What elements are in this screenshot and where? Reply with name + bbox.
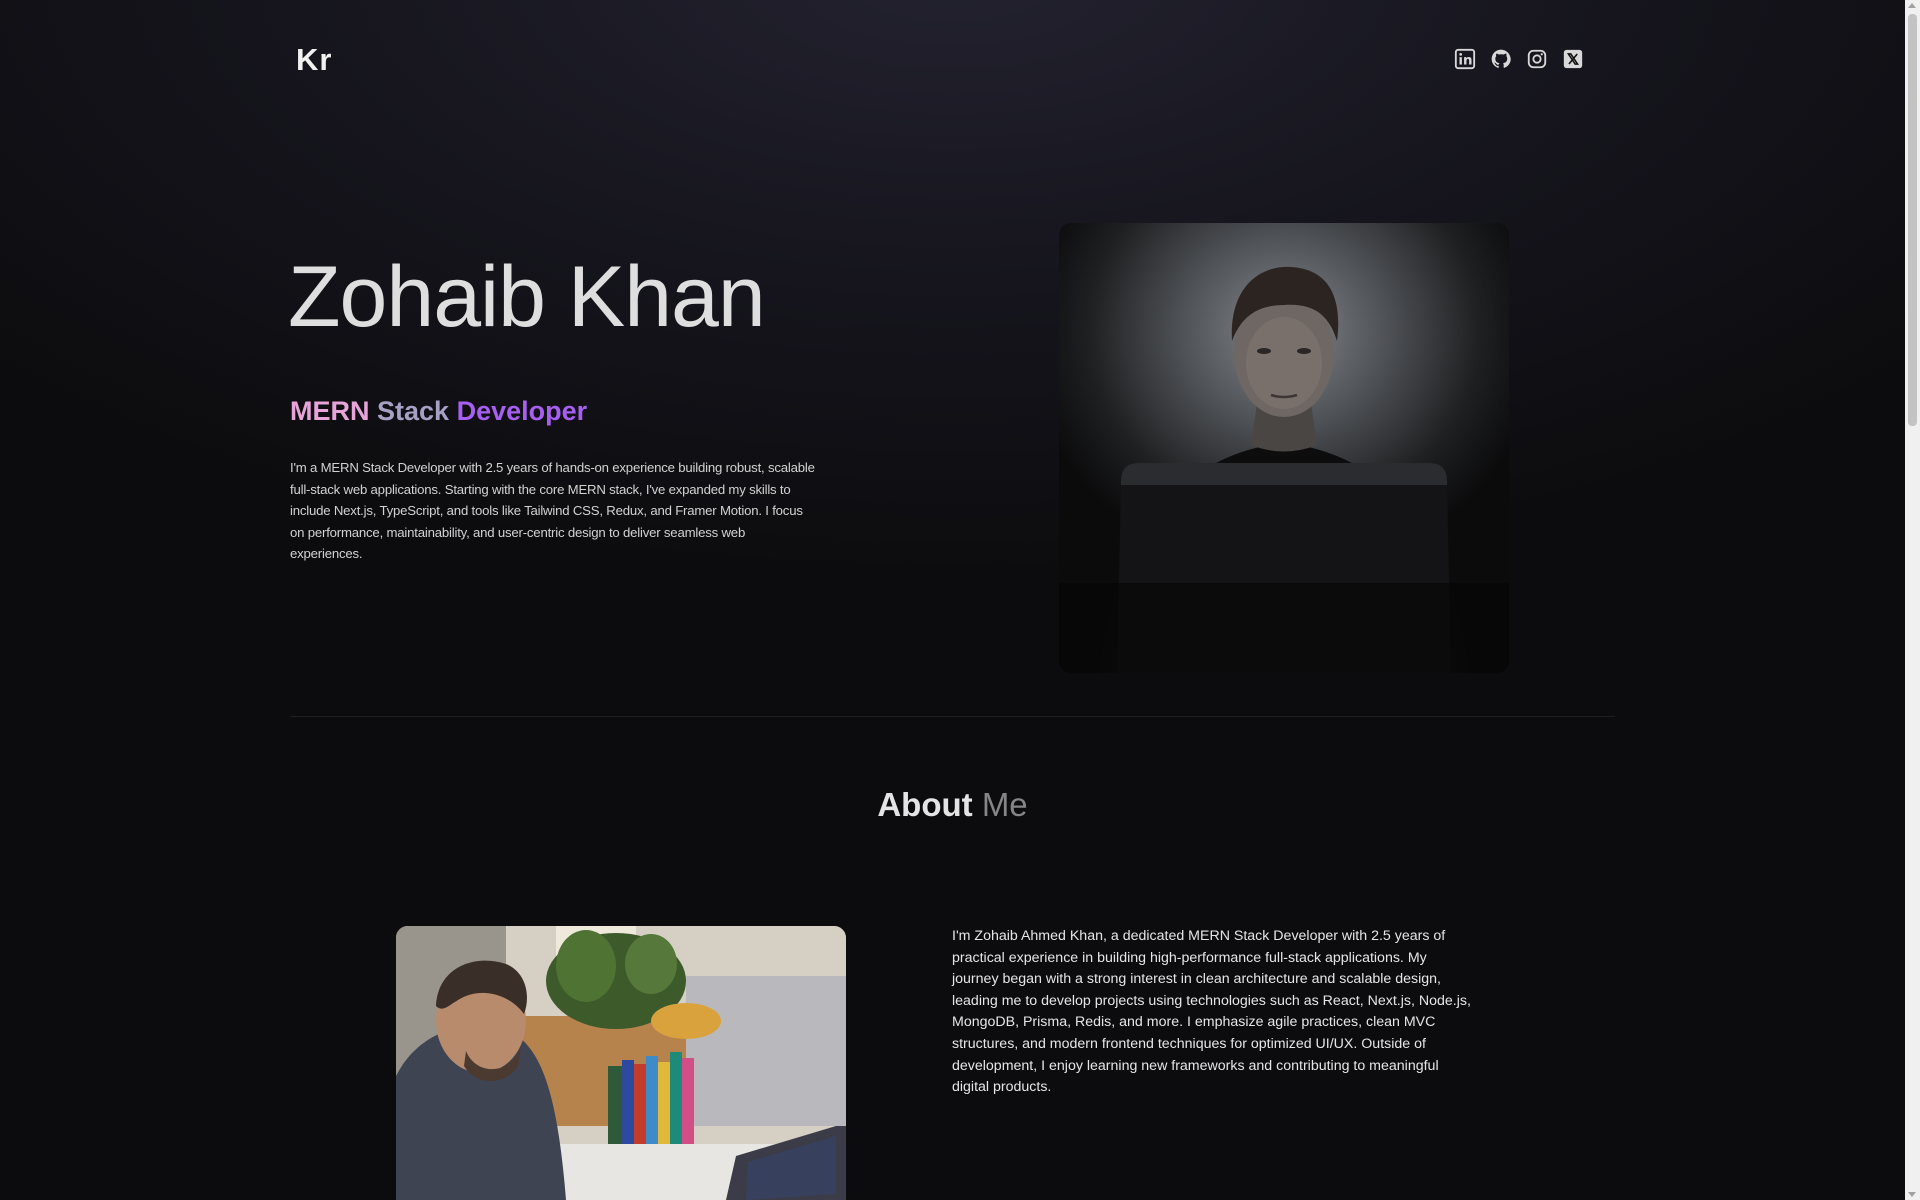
page-scrollbar[interactable] [1905, 0, 1920, 1200]
about-title-word-1: About [877, 786, 973, 823]
site-logo[interactable]: Kr [296, 42, 332, 78]
section-divider [290, 716, 1615, 717]
about-text: I'm Zohaib Ahmed Khan, a dedicated MERN … [952, 928, 1471, 1096]
hero-role: MERN Stack Developer [290, 396, 587, 427]
page: Kr Zohaib Khan MERN Stack Developer I'm … [0, 0, 1905, 1200]
github-icon[interactable] [1490, 48, 1512, 70]
scroll-up-arrow-icon[interactable] [1908, 3, 1916, 8]
about-title: About Me [0, 786, 1905, 824]
role-word-developer: Developer [456, 396, 588, 426]
social-links [1454, 48, 1584, 70]
scroll-thumb[interactable] [1908, 14, 1917, 426]
instagram-icon[interactable] [1526, 48, 1548, 70]
scroll-down-arrow-icon[interactable] [1908, 1192, 1916, 1197]
developer-at-desk-photo [396, 926, 846, 1200]
hero-bio: I'm a MERN Stack Developer with 2.5 year… [290, 460, 815, 561]
linkedin-icon[interactable] [1454, 48, 1476, 70]
developer-portrait-photo [1059, 223, 1509, 673]
about-title-word-2: Me [981, 786, 1028, 823]
hero-name: Zohaib Khan [288, 249, 766, 345]
x-twitter-icon[interactable] [1562, 48, 1584, 70]
role-word-mern: MERN [290, 396, 370, 426]
role-word-stack: Stack [377, 396, 450, 426]
